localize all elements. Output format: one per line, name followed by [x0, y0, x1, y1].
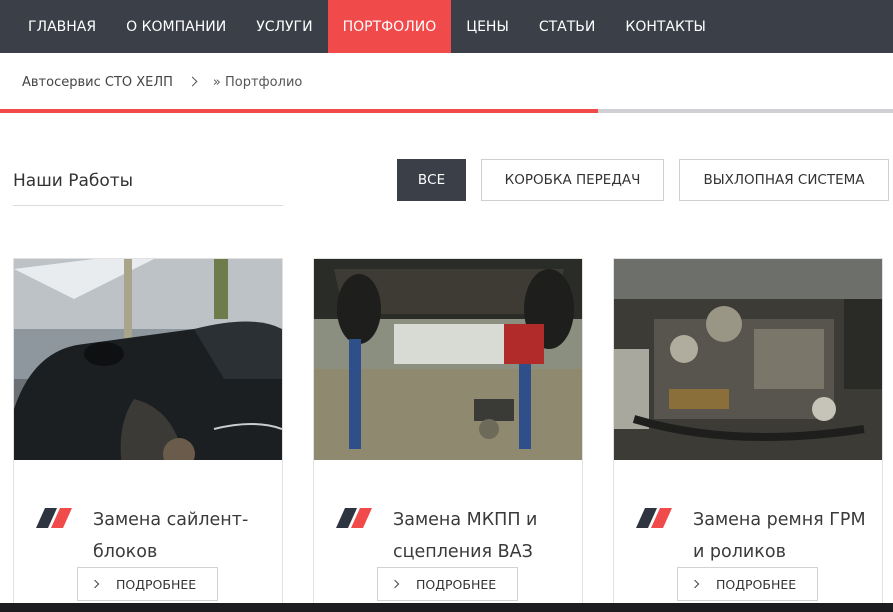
reading-progress-fill	[0, 109, 599, 113]
brand-stripes-icon	[36, 508, 72, 528]
nav-item-home[interactable]: Главная	[13, 0, 111, 53]
portfolio-card: Замена МКПП и сцепления ВАЗ Подробнее	[313, 258, 583, 612]
window-bottom-bar	[0, 603, 893, 612]
portfolio-card: Замена ремня ГРМ и роликов Подробнее	[613, 258, 883, 612]
nav-menu: Главная О компании Услуги Портфолио Цены…	[0, 0, 893, 53]
read-more-label: Подробнее	[116, 576, 197, 592]
read-more-button[interactable]: Подробнее	[677, 567, 818, 601]
card-photo-engine-bay[interactable]	[614, 259, 882, 460]
chevron-right-icon	[692, 579, 702, 589]
chevron-right-icon	[92, 579, 102, 589]
section-divider	[13, 205, 283, 206]
brand-stripes-icon	[336, 508, 372, 528]
card-photo-gearbox-lift[interactable]	[314, 259, 582, 460]
nav-item-about[interactable]: О компании	[111, 0, 241, 53]
filter-exhaust-button[interactable]: Выхлопная система	[679, 159, 889, 201]
breadcrumb-current: » Портфолио	[212, 74, 303, 90]
chevron-right-icon	[189, 72, 199, 92]
top-navigation: Главная О компании Услуги Портфолио Цены…	[0, 0, 893, 53]
read-more-label: Подробнее	[416, 576, 497, 592]
section-title: Наши Работы	[13, 171, 134, 191]
card-title: Замена МКПП и сцепления ВАЗ	[393, 510, 538, 562]
portfolio-card: Замена сайлент-блоков Подробнее	[13, 258, 283, 612]
filter-all-button[interactable]: Все	[397, 159, 466, 201]
brand-stripes-icon	[636, 508, 672, 528]
chevron-right-icon	[392, 579, 402, 589]
filter-gearbox-button[interactable]: Коробка передач	[481, 159, 664, 201]
nav-item-services[interactable]: Услуги	[241, 0, 327, 53]
card-title: Замена ремня ГРМ и роликов	[693, 510, 866, 562]
reading-progress-bar	[0, 109, 893, 113]
portfolio-filters: Все Коробка передач Выхлопная система	[397, 159, 893, 201]
nav-item-contacts[interactable]: Контакты	[610, 0, 720, 53]
nav-item-prices[interactable]: Цены	[451, 0, 524, 53]
nav-item-articles[interactable]: Статьи	[524, 0, 611, 53]
card-photo-car-suspension[interactable]	[14, 259, 282, 460]
breadcrumb: Автосервис СТО ХЕЛП » Портфолио	[22, 72, 302, 92]
read-more-label: Подробнее	[716, 576, 797, 592]
breadcrumb-home-link[interactable]: Автосервис СТО ХЕЛП	[22, 75, 173, 90]
nav-item-portfolio[interactable]: Портфолио	[327, 0, 452, 53]
read-more-button[interactable]: Подробнее	[77, 567, 218, 601]
read-more-button[interactable]: Подробнее	[377, 567, 518, 601]
card-title: Замена сайлент-блоков	[93, 510, 249, 562]
